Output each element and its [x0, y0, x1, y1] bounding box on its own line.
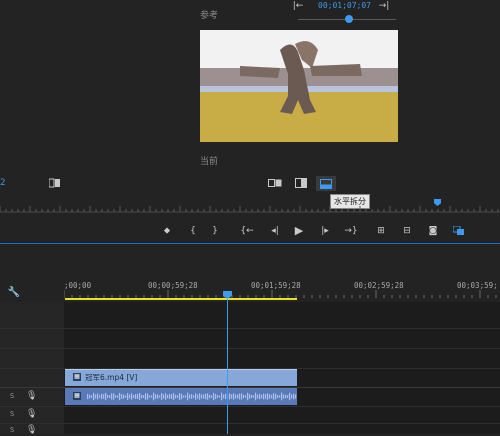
- mini-ruler[interactable]: [0, 203, 500, 213]
- audio-waveform: [87, 392, 297, 401]
- go-to-out-icon[interactable]: →}: [344, 225, 358, 237]
- mic-icon[interactable]: 🎙: [26, 408, 37, 420]
- current-label: 当前: [200, 157, 219, 167]
- audio-track-label: S: [10, 410, 15, 418]
- reference-slider-handle[interactable]: [345, 15, 353, 23]
- track-separator: [0, 348, 500, 349]
- step-back-icon[interactable]: ◂|: [268, 225, 282, 237]
- audio-clip[interactable]: ▦: [65, 388, 297, 405]
- playhead-line[interactable]: [227, 299, 228, 434]
- mic-icon[interactable]: 🎙: [26, 424, 37, 436]
- panel-divider[interactable]: [0, 243, 500, 244]
- fx-badge-icon: ▦: [73, 373, 81, 381]
- ruler-label: 00;00;59;28: [148, 281, 198, 290]
- wrench-icon[interactable]: 🔧: [7, 287, 21, 299]
- video-frame: [200, 30, 398, 142]
- camera-icon[interactable]: ◙: [426, 225, 440, 237]
- extract-icon[interactable]: ⊟: [400, 225, 414, 237]
- track-separator: [0, 423, 500, 424]
- reference-label: 参考: [200, 11, 219, 21]
- step-forward-icon[interactable]: |▸: [318, 225, 332, 237]
- track-separator: [0, 406, 500, 407]
- transport-bar: ⬥ { } {← ◂| ▶ |▸ →} ⊞ ⊟ ◙: [160, 225, 480, 237]
- work-area-bar[interactable]: [65, 298, 297, 300]
- comparison-view-icon[interactable]: [452, 225, 466, 237]
- clip-label: 冠军6.mp4 [V]: [85, 373, 138, 382]
- mark-in-icon[interactable]: ⬥: [160, 225, 174, 237]
- audio-track-label: S: [10, 426, 15, 434]
- audio-track-label: S: [10, 392, 15, 400]
- play-icon[interactable]: ▶: [292, 225, 306, 237]
- mic-icon[interactable]: 🎙: [26, 390, 37, 402]
- side-by-side-icon[interactable]: [268, 178, 282, 192]
- lift-icon[interactable]: ⊞: [374, 225, 388, 237]
- in-bracket-icon[interactable]: {: [186, 225, 200, 237]
- video-figures: [240, 41, 362, 114]
- vertical-split-icon[interactable]: [294, 178, 308, 192]
- go-to-in-icon[interactable]: {←: [240, 225, 254, 237]
- ruler-label: 00;03;59;: [457, 281, 498, 290]
- ruler-label: ;00;00: [64, 281, 92, 290]
- left-number: 2: [0, 178, 6, 188]
- reference-timecode[interactable]: 00;01;07;07: [318, 1, 371, 10]
- ruler-label: 00;01;59;28: [251, 281, 301, 290]
- ruler-label: 00;02;59;28: [354, 281, 404, 290]
- track-separator: [0, 328, 500, 329]
- go-to-out-icon[interactable]: →|: [378, 0, 390, 12]
- toggle-view-icon[interactable]: [48, 178, 62, 192]
- go-to-in-icon[interactable]: |←: [292, 0, 304, 12]
- out-bracket-icon[interactable]: }: [208, 225, 222, 237]
- horizontal-split-button[interactable]: [316, 176, 336, 191]
- video-clip[interactable]: ▦ 冠军6.mp4 [V]: [65, 369, 297, 386]
